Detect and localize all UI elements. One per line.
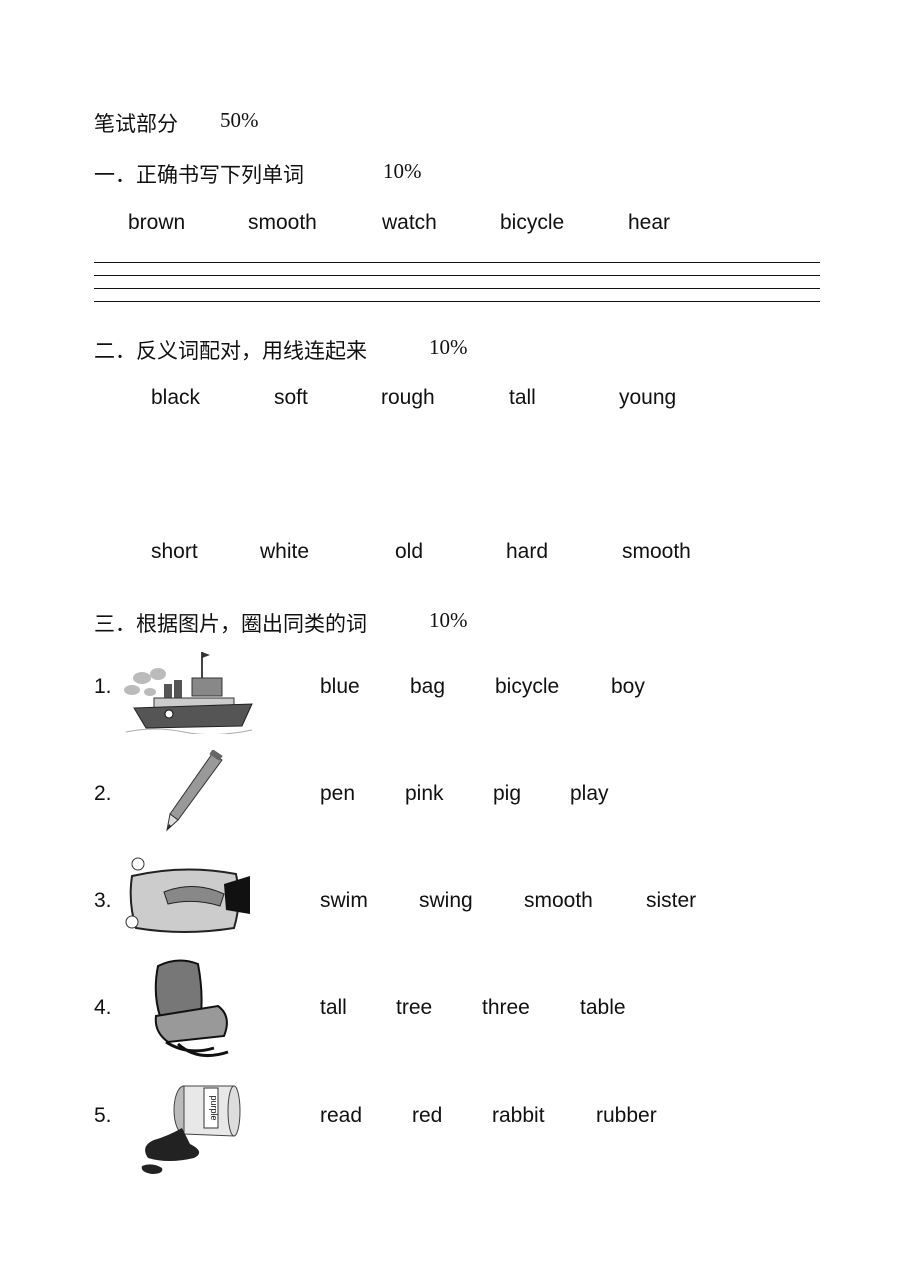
matching-word-top[interactable]: tall: [509, 386, 536, 410]
item-number: 1.: [94, 675, 112, 698]
word-option[interactable]: rabbit: [492, 1104, 545, 1128]
section1-title: 一．正确书写下列单词: [94, 163, 304, 187]
word-option[interactable]: blue: [320, 675, 360, 699]
matching-word-top[interactable]: black: [151, 386, 200, 410]
section1-word: brown: [128, 211, 186, 234]
pillow-icon: [125, 857, 250, 933]
word-option[interactable]: read: [320, 1104, 362, 1128]
word-option[interactable]: three: [482, 996, 530, 1020]
word-option[interactable]: play: [570, 782, 609, 806]
item-number: 5.: [94, 1104, 112, 1127]
word-option[interactable]: pen: [320, 782, 355, 806]
paint-can-icon: purple: [141, 1085, 241, 1174]
matching-word-bottom[interactable]: smooth: [622, 540, 691, 564]
word-option[interactable]: rubber: [596, 1104, 657, 1128]
section1-word: smooth: [248, 211, 317, 234]
chair-icon: [154, 959, 229, 1058]
matching-word-bottom[interactable]: hard: [506, 540, 548, 564]
matching-word-bottom[interactable]: short: [151, 540, 198, 564]
section3-title: 三．根据图片，圈出同类的词: [94, 612, 367, 636]
word-option[interactable]: swing: [419, 889, 473, 913]
word-option[interactable]: bicycle: [495, 675, 559, 699]
word-option[interactable]: boy: [611, 675, 645, 699]
page-title-percent: 50%: [220, 108, 259, 132]
paint-can-label: purple: [209, 1095, 219, 1120]
word-option[interactable]: table: [580, 996, 626, 1020]
writing-line[interactable]: [94, 301, 820, 302]
word-option[interactable]: smooth: [524, 889, 593, 913]
section1-word: watch: [382, 211, 437, 234]
word-option[interactable]: pink: [405, 782, 444, 806]
section2-percent: 10%: [429, 335, 468, 359]
writing-line[interactable]: [94, 275, 820, 276]
section1-word: bicycle: [500, 211, 565, 234]
section1-percent: 10%: [383, 159, 422, 183]
writing-line[interactable]: [94, 288, 820, 289]
matching-word-bottom[interactable]: old: [395, 540, 423, 564]
section3-percent: 10%: [429, 608, 468, 632]
word-option[interactable]: swim: [320, 889, 368, 913]
pencil-icon: [166, 750, 223, 832]
word-option[interactable]: red: [412, 1104, 442, 1128]
section1-word: hear: [628, 211, 671, 234]
page-title: 笔试部分: [94, 112, 178, 136]
matching-word-top[interactable]: soft: [274, 386, 308, 410]
word-option[interactable]: bag: [410, 675, 445, 699]
word-option[interactable]: pig: [493, 782, 521, 806]
word-option[interactable]: tall: [320, 996, 347, 1020]
matching-word-bottom[interactable]: white: [260, 540, 309, 564]
word-option[interactable]: sister: [646, 889, 696, 913]
matching-word-top[interactable]: rough: [381, 386, 435, 410]
ship-icon: [124, 652, 253, 734]
writing-line[interactable]: [94, 262, 820, 263]
matching-word-top[interactable]: young: [619, 386, 676, 410]
section2-title: 二．反义词配对，用线连起来: [94, 339, 367, 363]
word-option[interactable]: tree: [396, 996, 432, 1020]
item-number: 4.: [94, 996, 112, 1019]
item-number: 3.: [94, 889, 112, 912]
item-number: 2.: [94, 782, 112, 805]
